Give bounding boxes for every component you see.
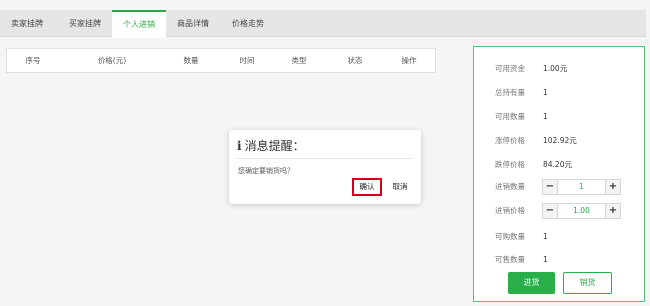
tab-bar: 卖家挂牌 买家挂牌 个人进销 商品详情 价格走势 (0, 10, 646, 38)
purchase-qty-decrement-button[interactable]: − (543, 180, 558, 194)
purchase-qty-increment-button[interactable]: + (605, 180, 620, 194)
available-qty-label: 可用数量 (495, 112, 525, 121)
total-holdings-label: 总持有量 (495, 88, 525, 97)
tab-price-trend[interactable]: 价格走势 (221, 10, 275, 37)
purchase-price-increment-button[interactable]: + (605, 204, 620, 218)
limit-up-label: 涨停价格 (495, 136, 525, 145)
purchase-price-row: 进销价格 − + (474, 203, 644, 219)
purchase-price-decrement-button[interactable]: − (543, 204, 558, 218)
column-header-status: 状态 (347, 56, 363, 65)
info-icon: i (237, 139, 242, 153)
purchase-price-label: 进销价格 (495, 206, 525, 215)
column-header-type: 类型 (291, 56, 307, 65)
purchase-qty-row: 进销数量 − + (474, 179, 644, 195)
sellable-qty-row: 可售数量 1 (474, 252, 644, 268)
limit-down-label: 跌停价格 (495, 160, 525, 169)
tab-personal-trading[interactable]: 个人进销 (112, 10, 166, 38)
limit-down-value: 84.20元 (543, 160, 572, 169)
buy-button[interactable]: 进货 (508, 272, 555, 294)
purchase-qty-stepper: − + (542, 179, 621, 195)
dialog-confirm-button[interactable]: 确认 (352, 178, 382, 196)
dialog-title-bar: i 消息提醒： (237, 135, 305, 157)
total-holdings-row: 总持有量 1 (474, 85, 644, 101)
available-funds-label: 可用资金 (495, 64, 525, 73)
column-header-quantity: 数量 (183, 56, 199, 65)
buyable-qty-label: 可购数量 (495, 232, 525, 241)
tab-seller-listing[interactable]: 卖家挂牌 (0, 10, 54, 37)
purchase-price-stepper: − + (542, 203, 621, 219)
limit-up-row: 涨停价格 102.92元 (474, 133, 644, 149)
available-funds-row: 可用资金 1.00元 (474, 61, 644, 77)
dialog-cancel-button[interactable]: 取消 (388, 178, 412, 196)
purchase-qty-label: 进销数量 (495, 182, 525, 191)
dialog-message: 您确定要销货吗？ (238, 167, 294, 175)
column-header-price: 价格(元) (97, 56, 127, 65)
total-holdings-value: 1 (543, 88, 548, 97)
dialog-divider (237, 158, 413, 159)
available-qty-row: 可用数量 1 (474, 109, 644, 125)
tab-buyer-listing[interactable]: 买家挂牌 (58, 10, 112, 37)
sell-button[interactable]: 销货 (563, 272, 612, 294)
dialog-title: 消息提醒： (244, 139, 305, 153)
buyable-qty-value: 1 (543, 232, 548, 241)
tab-product-details[interactable]: 商品详情 (166, 10, 220, 37)
records-table: 序号 价格(元) 数量 时间 类型 状态 操作 (6, 48, 436, 73)
column-header-index: 序号 (25, 56, 41, 65)
buyable-qty-row: 可购数量 1 (474, 229, 644, 245)
trade-panel: 可用资金 1.00元 总持有量 1 可用数量 1 涨停价格 102.92元 跌停… (473, 46, 645, 302)
purchase-price-input[interactable] (559, 204, 604, 218)
available-qty-value: 1 (543, 112, 548, 121)
column-header-actions: 操作 (401, 56, 417, 65)
limit-up-value: 102.92元 (543, 136, 577, 145)
limit-down-row: 跌停价格 84.20元 (474, 157, 644, 173)
column-header-time: 时间 (239, 56, 255, 65)
confirm-dialog: i 消息提醒： 您确定要销货吗？ 确认 取消 (229, 130, 421, 204)
sellable-qty-value: 1 (543, 255, 548, 264)
available-funds-value: 1.00元 (543, 64, 568, 73)
purchase-qty-input[interactable] (559, 180, 604, 194)
sellable-qty-label: 可售数量 (495, 255, 525, 264)
